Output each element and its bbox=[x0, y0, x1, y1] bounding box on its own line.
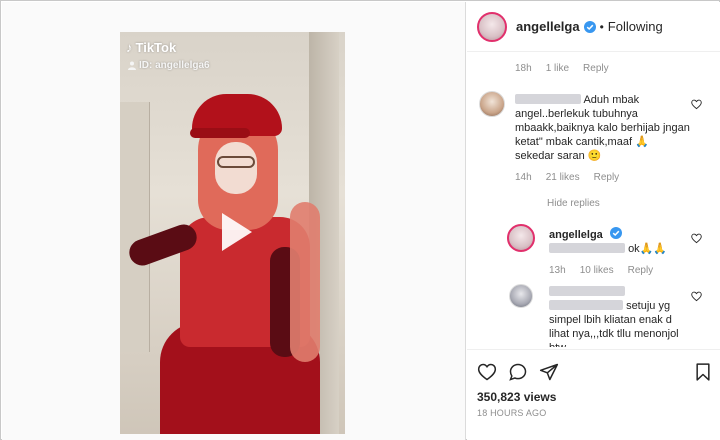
play-icon[interactable] bbox=[208, 207, 258, 257]
share-paper-plane-icon[interactable] bbox=[539, 362, 559, 382]
avatar[interactable] bbox=[507, 224, 535, 252]
reply-text: setuju yg simpel lbih kliatan enak d lih… bbox=[549, 285, 689, 347]
hidden-username bbox=[549, 286, 625, 296]
like-heart-icon[interactable] bbox=[691, 291, 702, 302]
reply-username[interactable]: angellelga bbox=[549, 229, 603, 241]
tiktok-brand-text: TikTok bbox=[135, 40, 177, 55]
hidden-mention bbox=[549, 243, 625, 253]
comment-reply-button[interactable]: Reply bbox=[594, 172, 620, 183]
header-separator: • bbox=[599, 19, 604, 34]
comment-bubble-icon[interactable] bbox=[508, 362, 528, 382]
reply-likes[interactable]: 10 likes bbox=[580, 265, 614, 276]
comment-likes[interactable]: 21 likes bbox=[546, 172, 580, 183]
reply-text: angellelga ok🙏🙏 bbox=[549, 227, 668, 255]
like-heart-icon[interactable] bbox=[691, 233, 702, 244]
comments-list[interactable]: 18h 1 like Reply Aduh mbak angel..berlek… bbox=[467, 53, 720, 347]
post-timestamp: 18 HOURS AGO bbox=[477, 408, 547, 418]
comment-time: 14h bbox=[515, 172, 532, 183]
comment-meta: 14h 21 likes Reply bbox=[515, 172, 619, 183]
comment-meta: 18h 1 like Reply bbox=[515, 63, 609, 74]
like-heart-icon[interactable] bbox=[691, 99, 702, 110]
video-player[interactable]: ♪ TikTok ID: angellelga6 bbox=[120, 32, 345, 434]
hidden-mention bbox=[549, 300, 623, 310]
bookmark-icon[interactable] bbox=[693, 362, 713, 382]
avatar[interactable] bbox=[477, 11, 507, 42]
post-sidebar: angellelga • Following 18h 1 like Reply … bbox=[467, 2, 720, 440]
video-figure-glasses bbox=[217, 156, 255, 168]
author-username[interactable]: angellelga bbox=[516, 19, 580, 34]
comment-time: 18h bbox=[515, 63, 532, 74]
reply-reply-button[interactable]: Reply bbox=[628, 265, 654, 276]
following-button[interactable]: Following bbox=[608, 19, 663, 34]
comment-text: Aduh mbak angel..berlekuk tubuhnya mbaak… bbox=[515, 94, 690, 162]
tiktok-logo-icon: ♪ bbox=[126, 40, 133, 55]
tiktok-watermark: ♪ TikTok bbox=[126, 40, 176, 55]
hide-replies-button[interactable]: Hide replies bbox=[547, 198, 600, 209]
video-figure-scarf bbox=[290, 202, 320, 362]
video-figure-face bbox=[215, 142, 257, 194]
verified-badge-icon bbox=[609, 227, 622, 239]
like-heart-icon[interactable] bbox=[477, 362, 497, 382]
post-header: angellelga • Following bbox=[467, 2, 720, 52]
tiktok-id-text: ID: angellelga6 bbox=[139, 60, 210, 71]
avatar[interactable] bbox=[479, 91, 505, 117]
reply-time: 13h bbox=[549, 265, 566, 276]
reply-meta: 13h 10 likes Reply bbox=[549, 265, 653, 276]
media-column: ♪ TikTok ID: angellelga6 bbox=[2, 2, 466, 440]
tiktok-id-watermark: ID: angellelga6 bbox=[128, 60, 210, 71]
view-count[interactable]: 350,823 views bbox=[477, 390, 556, 404]
comment-reply-button[interactable]: Reply bbox=[583, 63, 609, 74]
verified-badge-icon bbox=[583, 20, 596, 33]
avatar[interactable] bbox=[509, 284, 533, 308]
hidden-username bbox=[515, 94, 581, 104]
post-actions: 350,823 views 18 HOURS AGO bbox=[467, 349, 720, 440]
instagram-post-window: ♪ TikTok ID: angellelga6 angellelga • Fo… bbox=[0, 0, 720, 440]
video-background-panel bbox=[120, 102, 150, 352]
comment-likes[interactable]: 1 like bbox=[546, 63, 569, 74]
video-figure-cap-brim bbox=[190, 128, 250, 138]
user-icon bbox=[128, 61, 136, 70]
